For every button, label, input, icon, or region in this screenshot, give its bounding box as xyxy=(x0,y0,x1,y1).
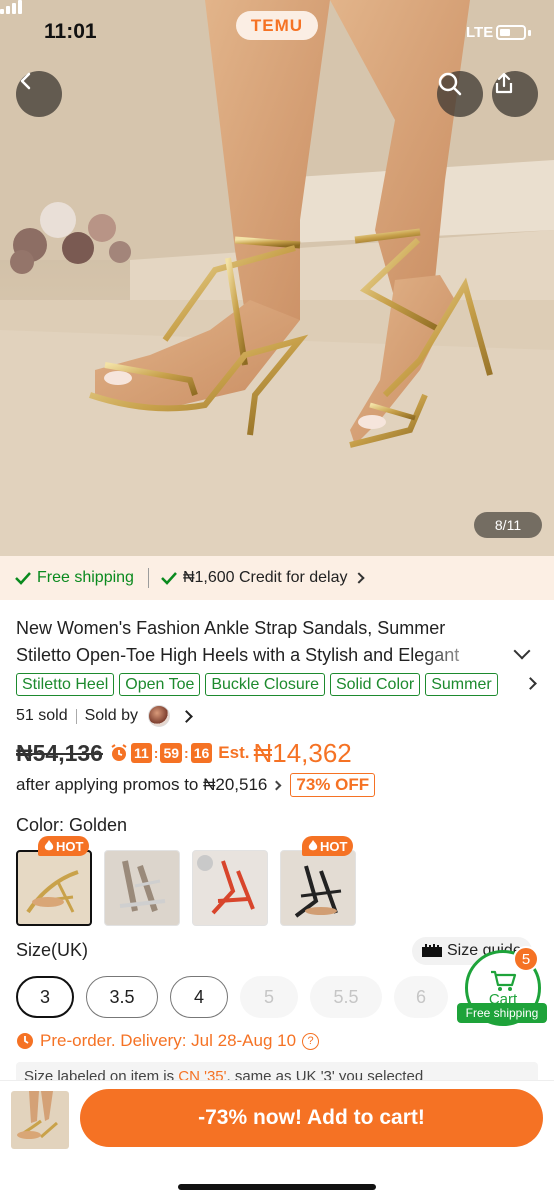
product-tags: Stiletto Heel Open Toe Buckle Closure So… xyxy=(16,673,526,697)
chevron-right-icon xyxy=(353,572,366,584)
size-option-5-5[interactable]: 5.5 xyxy=(310,976,382,1018)
cart-count-badge: 5 xyxy=(513,946,539,972)
thumbnail-image xyxy=(17,1091,58,1139)
color-swatch-black[interactable] xyxy=(280,850,356,926)
size-option-6[interactable]: 6 xyxy=(394,976,448,1018)
battery-icon xyxy=(496,25,526,40)
timer-colon: : xyxy=(184,745,189,761)
swatch-image xyxy=(26,870,79,914)
timer-seconds: 16 xyxy=(190,743,213,763)
size-note: Size labeled on item is CN '35', same as… xyxy=(16,1062,538,1082)
check-icon xyxy=(15,572,31,585)
color-label: Color: Golden xyxy=(16,815,128,835)
divider xyxy=(147,568,149,588)
divider xyxy=(75,708,77,724)
timer-minutes: 59 xyxy=(160,743,183,763)
color-swatch-red[interactable] xyxy=(192,850,268,926)
brand-logo: TEMU xyxy=(236,11,318,40)
size-option-4[interactable]: 4 xyxy=(170,976,228,1018)
free-shipping-text: Free shipping xyxy=(37,569,134,586)
swatch-image xyxy=(119,860,166,912)
search-icon xyxy=(438,72,462,96)
signal-icon xyxy=(0,0,22,14)
home-indicator xyxy=(178,1184,376,1190)
product-image-gallery[interactable]: 11:01 TEMU LTE 8/11 xyxy=(0,0,554,556)
status-bar: 11:01 TEMU LTE xyxy=(0,0,554,62)
size-options: 3 3.5 4 5 5.5 6 xyxy=(16,976,448,1018)
chevron-right-icon xyxy=(180,709,193,723)
sold-row[interactable]: 51 sold Sold by xyxy=(16,705,193,727)
color-swatches: HOT HOT xyxy=(16,836,356,926)
tags-fade xyxy=(496,673,524,697)
expand-title-chevron-down-icon[interactable] xyxy=(513,642,531,660)
shipping-bar[interactable]: Free shipping ₦1,600 Credit for delay xyxy=(0,556,554,600)
help-icon[interactable]: ? xyxy=(302,1032,320,1050)
color-swatch-silver[interactable] xyxy=(104,850,180,926)
preorder-text: Pre-order. Delivery: Jul 28-Aug 10 xyxy=(40,1031,297,1050)
network-type: LTE xyxy=(466,24,494,41)
discount-badge: 73% OFF xyxy=(290,773,376,797)
hot-badge: HOT xyxy=(302,836,354,856)
flame-icon xyxy=(44,840,54,851)
tag-summer[interactable]: Summer xyxy=(425,673,498,696)
check-icon xyxy=(161,572,177,585)
original-price: ₦54,136 xyxy=(16,739,103,766)
tags-chevron-right-icon[interactable] xyxy=(524,677,537,690)
cart-icon xyxy=(491,970,517,991)
timer-colon: : xyxy=(153,745,159,761)
promo-text: after applying promos to ₦20,516 xyxy=(16,775,268,794)
price-row: ₦54,136 11 : 59 : 16 Est. ₦14,362 xyxy=(16,737,352,769)
tag-buckle-closure[interactable]: Buckle Closure xyxy=(205,673,325,696)
chevron-right-icon xyxy=(271,780,282,790)
cart-free-shipping-badge: Free shipping xyxy=(457,1003,547,1023)
tag-stiletto-heel[interactable]: Stiletto Heel xyxy=(16,673,115,696)
flame-icon xyxy=(308,840,318,851)
color-swatch-golden[interactable] xyxy=(16,850,92,926)
chevron-left-icon xyxy=(20,72,31,90)
est-label: Est. xyxy=(218,743,250,762)
swatch-image xyxy=(294,865,342,918)
promo-row[interactable]: after applying promos to ₦20,516 73% OFF xyxy=(16,773,376,797)
seller-avatar[interactable] xyxy=(147,705,170,727)
search-button[interactable] xyxy=(437,71,483,117)
alarm-clock-icon xyxy=(111,744,127,761)
bottom-action-bar: -73% now! Add to cart! xyxy=(0,1080,554,1200)
tag-open-toe[interactable]: Open Toe xyxy=(119,673,201,696)
add-to-cart-button[interactable]: -73% now! Add to cart! xyxy=(80,1089,543,1147)
estimated-price: ₦14,362 xyxy=(253,737,352,768)
swatch-image xyxy=(197,855,255,915)
preorder-info[interactable]: Pre-order. Delivery: Jul 28-Aug 10 ? xyxy=(16,1030,320,1052)
image-counter: 8/11 xyxy=(474,512,542,538)
share-button[interactable] xyxy=(492,71,538,117)
credit-for-delay-text: ₦1,600 Credit for delay xyxy=(182,569,348,586)
sold-by-label: Sold by xyxy=(84,707,138,724)
title-fade xyxy=(420,642,500,669)
share-icon xyxy=(495,72,513,94)
clock-icon xyxy=(17,1033,33,1049)
battery-tip xyxy=(528,30,531,36)
credit-for-delay-link[interactable]: ₦1,600 Credit for delay xyxy=(161,569,366,587)
size-option-3[interactable]: 3 xyxy=(16,976,74,1018)
ruler-icon xyxy=(422,944,442,957)
tag-solid-color[interactable]: Solid Color xyxy=(329,673,421,696)
status-time: 11:01 xyxy=(44,20,97,43)
hot-badge: HOT xyxy=(38,836,90,856)
sold-count: 51 sold xyxy=(16,707,68,724)
size-option-5[interactable]: 5 xyxy=(240,976,298,1018)
timer-hours: 11 xyxy=(130,743,152,763)
back-button[interactable] xyxy=(16,71,62,117)
selected-product-thumbnail[interactable] xyxy=(11,1091,69,1149)
free-shipping-label: Free shipping xyxy=(15,569,134,587)
size-label: Size(UK) xyxy=(16,940,89,960)
size-option-3-5[interactable]: 3.5 xyxy=(86,976,158,1018)
